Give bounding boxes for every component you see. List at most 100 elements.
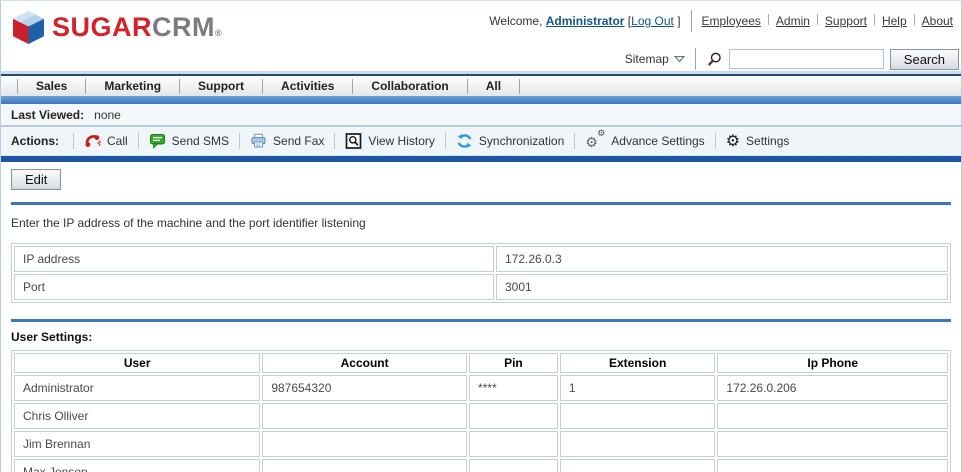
action-separator xyxy=(445,133,446,149)
module-tab-bar: SalesMarketingSupportActivitiesCollabora… xyxy=(1,74,961,96)
brand-wordmark: SUGARCRM® xyxy=(52,12,222,43)
chevron-down-icon xyxy=(674,55,685,63)
table-row: Jim Brennan xyxy=(14,431,948,457)
tab-sales[interactable]: Sales xyxy=(17,79,86,94)
cell-value xyxy=(560,403,716,429)
action-separator xyxy=(715,133,716,149)
cell-value: Administrator xyxy=(14,375,260,401)
search-input[interactable] xyxy=(729,49,884,69)
action-separator xyxy=(574,133,575,149)
action-label: Send Fax xyxy=(273,134,324,148)
link-separator xyxy=(914,14,915,25)
call-icon xyxy=(84,133,101,149)
action-call[interactable]: Call xyxy=(84,133,128,149)
table-row: Chris Olliver xyxy=(14,403,948,429)
header-links: Employees Admin Support Help About xyxy=(702,14,953,28)
sitemap-menu[interactable]: Sitemap xyxy=(625,52,685,66)
send-sms-icon xyxy=(149,133,166,149)
action-advance-settings[interactable]: ⚙⚙ Advance Settings xyxy=(585,133,704,149)
user-settings-table: UserAccountPinExtensionIp Phone Administ… xyxy=(11,350,951,472)
cell-value: Jim Brennan xyxy=(14,431,260,457)
column-header-account: Account xyxy=(262,353,467,373)
cell-value xyxy=(717,459,948,472)
description-text: Enter the IP address of the machine and … xyxy=(11,216,951,230)
search-icon xyxy=(706,51,723,68)
main-content: Edit Enter the IP address of the machine… xyxy=(1,162,961,472)
column-header-extension: Extension xyxy=(560,353,716,373)
last-viewed-bar: Last Viewed: none xyxy=(1,104,961,127)
current-user-link[interactable]: Administrator xyxy=(546,14,625,28)
cell-value xyxy=(560,431,716,457)
header-link-admin[interactable]: Admin xyxy=(776,14,810,28)
action-label: Settings xyxy=(746,134,789,148)
search-button[interactable]: Search xyxy=(890,49,959,70)
tab-support[interactable]: Support xyxy=(180,79,263,94)
cell-value xyxy=(262,431,467,457)
table-row: IP address172.26.0.3 xyxy=(14,246,948,272)
actions-bar: Actions: Call Send SMS Send Fax View His… xyxy=(1,127,961,156)
link-separator xyxy=(874,14,875,25)
cube-logo-icon xyxy=(13,11,44,44)
link-separator xyxy=(768,14,769,25)
action-send-sms[interactable]: Send SMS xyxy=(149,133,229,149)
cell-value: Chris Olliver xyxy=(14,403,260,429)
tab-all[interactable]: All xyxy=(468,79,520,94)
cell-value xyxy=(560,459,716,472)
tab-collaboration[interactable]: Collaboration xyxy=(353,79,467,94)
action-settings[interactable]: ⚙ Settings xyxy=(726,133,790,149)
cell-value: **** xyxy=(469,375,558,401)
header-link-support[interactable]: Support xyxy=(825,14,867,28)
section-divider xyxy=(11,319,951,322)
cell-value: 1 xyxy=(560,375,716,401)
action-separator xyxy=(138,133,139,149)
user-settings-title: User Settings: xyxy=(11,330,951,344)
settings-icon: ⚙ xyxy=(726,133,740,149)
action-view-history[interactable]: View History xyxy=(345,133,434,149)
column-header-user: User xyxy=(14,353,260,373)
header-link-about[interactable]: About xyxy=(922,14,953,28)
sitemap-label: Sitemap xyxy=(625,52,669,66)
tab-marketing[interactable]: Marketing xyxy=(86,79,180,94)
table-row: Administrator987654320****1172.26.0.206 xyxy=(14,375,948,401)
connection-settings-table: IP address172.26.0.3Port3001 xyxy=(11,243,951,303)
cell-value xyxy=(469,403,558,429)
section-divider xyxy=(11,202,951,205)
table-row: Port3001 xyxy=(14,274,948,300)
cell-value xyxy=(717,431,948,457)
cell-value: Max Jensen xyxy=(14,459,260,472)
send-fax-icon xyxy=(250,133,267,149)
view-history-icon xyxy=(345,133,362,149)
cell-value xyxy=(262,459,467,472)
tab-activities[interactable]: Activities xyxy=(263,79,353,94)
sugarcrm-logo[interactable]: SUGARCRM® xyxy=(13,11,222,44)
cell-value xyxy=(262,403,467,429)
setting-label: IP address xyxy=(14,246,494,272)
action-label: Synchronization xyxy=(479,134,564,148)
setting-label: Port xyxy=(14,274,494,300)
setting-value: 3001 xyxy=(496,274,948,300)
action-synchronization[interactable]: Synchronization xyxy=(456,133,564,149)
logout-link[interactable]: Log Out xyxy=(631,14,674,28)
top-header: SUGARCRM® Welcome, Administrator [Log Ou… xyxy=(1,1,961,71)
header-link-help[interactable]: Help xyxy=(882,14,907,28)
header-link-employees[interactable]: Employees xyxy=(702,14,761,28)
sugarcrm-page: SUGARCRM® Welcome, Administrator [Log Ou… xyxy=(0,0,962,472)
link-separator xyxy=(817,14,818,25)
cell-value: 172.26.0.206 xyxy=(717,375,948,401)
action-separator xyxy=(73,133,74,149)
column-header-pin: Pin xyxy=(469,353,558,373)
actions-label: Actions: xyxy=(11,134,59,148)
column-header-ip-phone: Ip Phone xyxy=(717,353,948,373)
synchronization-icon xyxy=(456,133,473,149)
edit-button[interactable]: Edit xyxy=(11,169,61,190)
search-divider xyxy=(695,48,696,70)
action-label: Send SMS xyxy=(172,134,229,148)
table-row: Max Jensen xyxy=(14,459,948,472)
last-viewed-label: Last Viewed: xyxy=(11,108,84,122)
advance-settings-icon: ⚙⚙ xyxy=(585,133,605,149)
action-label: Advance Settings xyxy=(611,134,704,148)
cell-value xyxy=(469,431,558,457)
action-send-fax[interactable]: Send Fax xyxy=(250,133,324,149)
action-separator xyxy=(334,133,335,149)
action-label: Call xyxy=(107,134,128,148)
